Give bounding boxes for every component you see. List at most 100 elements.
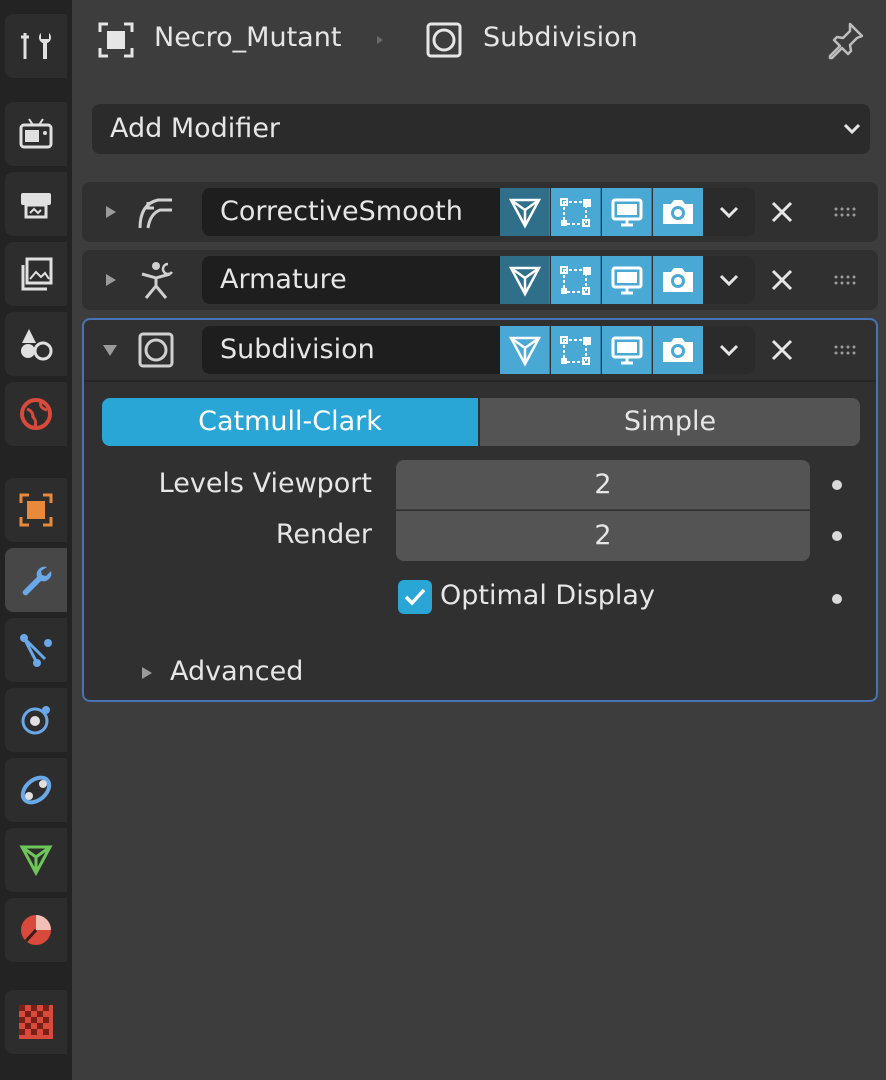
divider [84, 380, 876, 382]
particles-icon [20, 634, 52, 667]
tab-modifiers[interactable] [5, 548, 67, 612]
chevron-down-icon [719, 344, 739, 357]
modifier-name-field[interactable]: Armature [202, 256, 502, 304]
modifier-name-field[interactable]: Subdivision [202, 326, 502, 374]
edit-mode-icon [559, 266, 591, 295]
tab-particles[interactable] [5, 618, 67, 682]
modifier-name: Subdivision [483, 22, 638, 53]
object-name: Necro_Mutant [154, 22, 342, 53]
modifier-menu-button[interactable] [703, 256, 755, 304]
edit-cage-icon [508, 336, 541, 367]
add-modifier-label: Add Modifier [110, 113, 281, 144]
add-modifier-dropdown[interactable]: Add Modifier [92, 104, 870, 154]
tab-scene[interactable] [5, 312, 67, 376]
edit-cage-icon [508, 266, 541, 297]
edit-cage-toggle[interactable] [500, 188, 550, 236]
viewport-toggle[interactable] [602, 326, 652, 374]
modifier-panel-subdivision: Subdivision Catmull-Clark Simple Levels … [82, 318, 878, 702]
advanced-subpanel-header[interactable]: Advanced [170, 652, 303, 692]
viewport-toggle[interactable] [602, 256, 652, 304]
edit-mode-icon [559, 336, 591, 365]
subdivision-icon [426, 22, 462, 58]
corrective-smooth-icon [138, 198, 172, 229]
render-toggle[interactable] [653, 256, 703, 304]
tool-icon [21, 33, 51, 59]
camera-icon [663, 200, 693, 224]
material-icon [21, 915, 51, 945]
texture-icon [19, 1005, 53, 1039]
tab-constraints[interactable] [5, 758, 67, 822]
properties-header: Necro_Mutant Subdivision [72, 0, 886, 80]
image-stack-icon [21, 257, 53, 291]
tab-physics[interactable] [5, 688, 67, 752]
modifier-menu-button[interactable] [703, 326, 755, 374]
render-levels-field[interactable]: 2 [396, 511, 810, 561]
expanded-arrow-icon[interactable] [100, 340, 120, 360]
modifier-name-text: Armature [220, 264, 347, 295]
printer-icon [21, 193, 51, 219]
close-icon[interactable] [766, 196, 798, 228]
keyframe-dot[interactable] [832, 531, 842, 541]
edit-mode-icon [559, 198, 591, 227]
monitor-icon [611, 198, 642, 227]
wrench-icon [22, 566, 52, 596]
mesh-data-icon [19, 845, 53, 877]
physics-icon [21, 706, 50, 735]
constraints-icon [20, 775, 52, 805]
optimal-display-label: Optimal Display [440, 580, 655, 611]
edit-mode-toggle[interactable] [551, 256, 601, 304]
levels-viewport-label: Levels Viewport [158, 468, 372, 499]
drag-handle-icon[interactable] [832, 270, 860, 290]
keyframe-dot[interactable] [832, 480, 842, 490]
armature-icon [141, 262, 173, 299]
modifier-panel-corrective-smooth: CorrectiveSmooth [82, 182, 878, 242]
mode-simple-button[interactable]: Simple [480, 398, 860, 446]
tab-output[interactable] [5, 172, 67, 236]
camera-icon [663, 268, 693, 292]
optimal-display-checkbox[interactable] [398, 580, 432, 614]
tab-data[interactable] [5, 828, 67, 892]
pin-icon[interactable] [826, 20, 866, 60]
checkmark-icon [404, 588, 426, 606]
edit-cage-toggle[interactable] [500, 256, 550, 304]
subdivision-icon [138, 332, 174, 368]
collapsed-arrow-icon[interactable] [100, 202, 120, 222]
levels-viewport-field[interactable]: 2 [396, 460, 810, 510]
close-icon[interactable] [766, 264, 798, 296]
chevron-down-icon [719, 206, 739, 219]
modifier-name-text: Subdivision [220, 334, 375, 365]
close-icon[interactable] [766, 334, 798, 366]
monitor-icon [611, 266, 642, 295]
edit-mode-toggle[interactable] [551, 188, 601, 236]
breadcrumb-separator-icon [377, 36, 383, 44]
modifier-name-field[interactable]: CorrectiveSmooth [202, 188, 502, 236]
keyframe-dot[interactable] [832, 594, 842, 604]
modifier-menu-button[interactable] [703, 188, 755, 236]
tab-render[interactable] [5, 102, 67, 166]
tab-object[interactable] [5, 478, 67, 542]
render-toggle[interactable] [653, 188, 703, 236]
tab-material[interactable] [5, 898, 67, 962]
tab-texture[interactable] [5, 990, 67, 1054]
tab-world[interactable] [5, 382, 67, 446]
edit-cage-toggle[interactable] [500, 326, 550, 374]
edit-mode-toggle[interactable] [551, 326, 601, 374]
tab-view-layer[interactable] [5, 242, 67, 306]
render-toggle[interactable] [653, 326, 703, 374]
world-icon [20, 398, 52, 430]
chevron-down-icon [843, 123, 861, 135]
drag-handle-icon[interactable] [832, 340, 860, 360]
mode-catmull-clark-button[interactable]: Catmull-Clark [102, 398, 478, 446]
collapsed-arrow-icon[interactable] [138, 664, 156, 682]
tab-tool[interactable] [5, 14, 67, 78]
modifier-header: Subdivision [84, 320, 876, 380]
modifier-panel-armature: Armature [82, 250, 878, 310]
viewport-toggle[interactable] [602, 188, 652, 236]
drag-handle-icon[interactable] [832, 202, 860, 222]
modifier-header: Armature [82, 250, 878, 310]
object-icon [98, 22, 134, 58]
collapsed-arrow-icon[interactable] [100, 270, 120, 290]
properties-tab-strip [0, 0, 72, 1080]
render-icon [19, 118, 53, 149]
modifier-name-text: CorrectiveSmooth [220, 196, 463, 227]
